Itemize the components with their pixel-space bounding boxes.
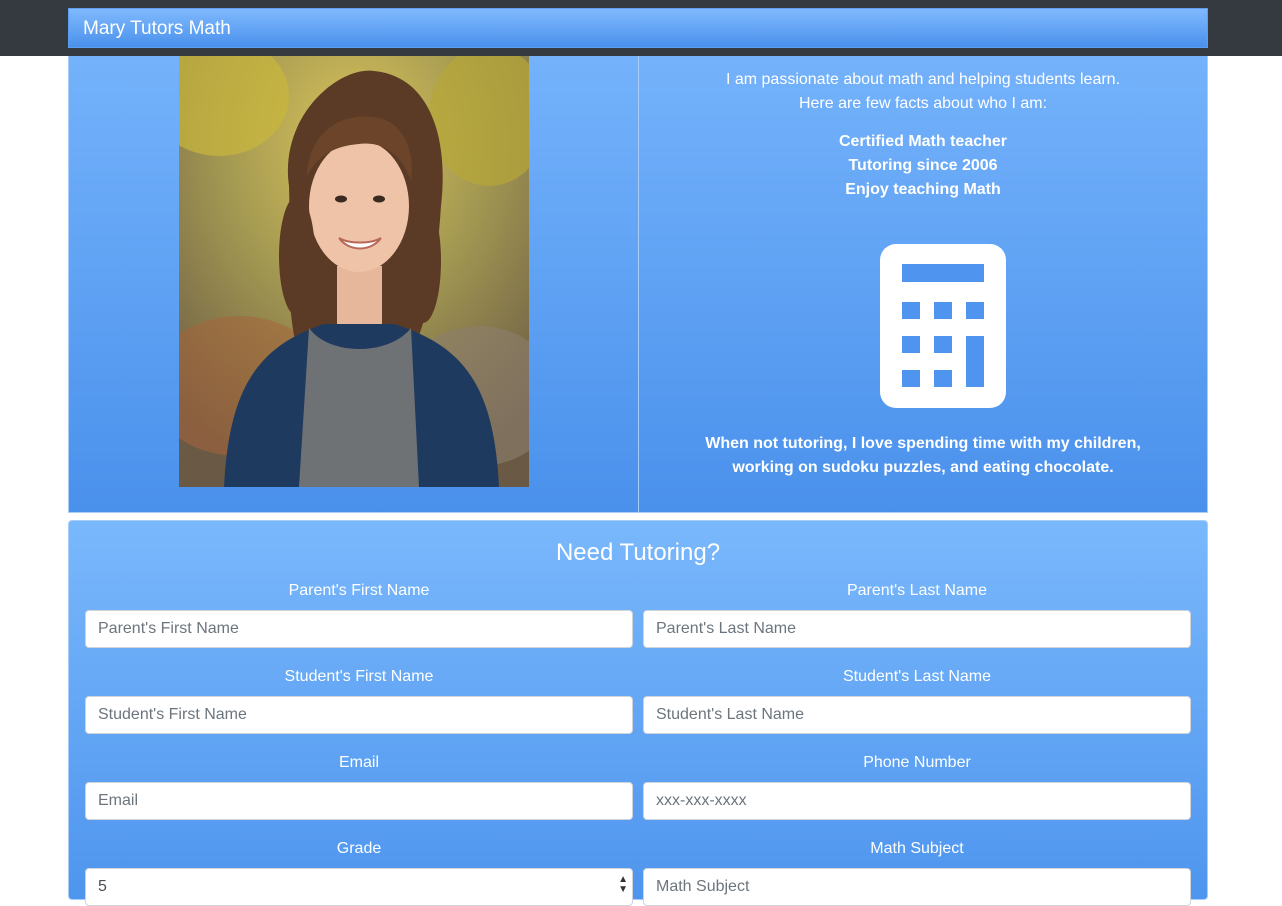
facts-list: Certified Math teacher Tutoring since 20…	[639, 130, 1207, 202]
brand-bar: Mary Tutors Math	[68, 8, 1208, 48]
math-subject-label: Math Subject	[870, 840, 964, 857]
student-first-name-input[interactable]	[85, 696, 633, 734]
fact-item: Enjoy teaching Math	[845, 181, 1001, 198]
intro-line-2: Here are few facts about who I am:	[798, 95, 1048, 112]
tutoring-form: Need Tutoring? Parent's First Name Paren…	[68, 520, 1208, 906]
phone-number-label: Phone Number	[863, 754, 971, 771]
brand-link[interactable]: Mary Tutors Math	[83, 18, 231, 40]
photo-panel	[68, 56, 638, 513]
parent-first-name-input[interactable]	[85, 610, 633, 648]
intro-line-1: I am passionate about math and helping s…	[725, 71, 1121, 88]
phone-number-field[interactable]	[643, 782, 1191, 820]
hobby-text: When not tutoring, I love spending time …	[639, 432, 1207, 480]
top-navbar: Mary Tutors Math	[0, 0, 1282, 56]
student-last-name-input[interactable]	[643, 696, 1191, 734]
student-last-name-label: Student's Last Name	[842, 668, 992, 685]
form-title: Need Tutoring?	[555, 539, 721, 566]
hobby-line-2: working on sudoku puzzles, and eating ch…	[732, 459, 1114, 476]
about-panel: I am passionate about math and helping s…	[638, 56, 1208, 513]
select-arrows-icon: ▲ ▼	[618, 874, 628, 895]
student-first-name-label: Student's First Name	[284, 668, 434, 685]
intro-text: I am passionate about math and helping s…	[639, 68, 1207, 116]
fact-item: Tutoring since 2006	[848, 157, 998, 174]
grade-selected-value: 5	[98, 878, 107, 895]
math-subject-field[interactable]	[643, 868, 1191, 906]
hobby-line-1: When not tutoring, I love spending time …	[705, 435, 1141, 452]
parent-last-name-label: Parent's Last Name	[846, 582, 987, 599]
grade-select[interactable]: 5 ▲ ▼	[85, 868, 633, 906]
email-label: Email	[338, 754, 379, 771]
email-field[interactable]	[85, 782, 633, 820]
fact-item: Certified Math teacher	[838, 133, 1008, 150]
calculator-icon	[880, 244, 1006, 408]
parent-first-name-label: Parent's First Name	[288, 582, 430, 599]
grade-label: Grade	[336, 840, 382, 857]
tutor-photo	[179, 56, 529, 487]
parent-last-name-input[interactable]	[643, 610, 1191, 648]
